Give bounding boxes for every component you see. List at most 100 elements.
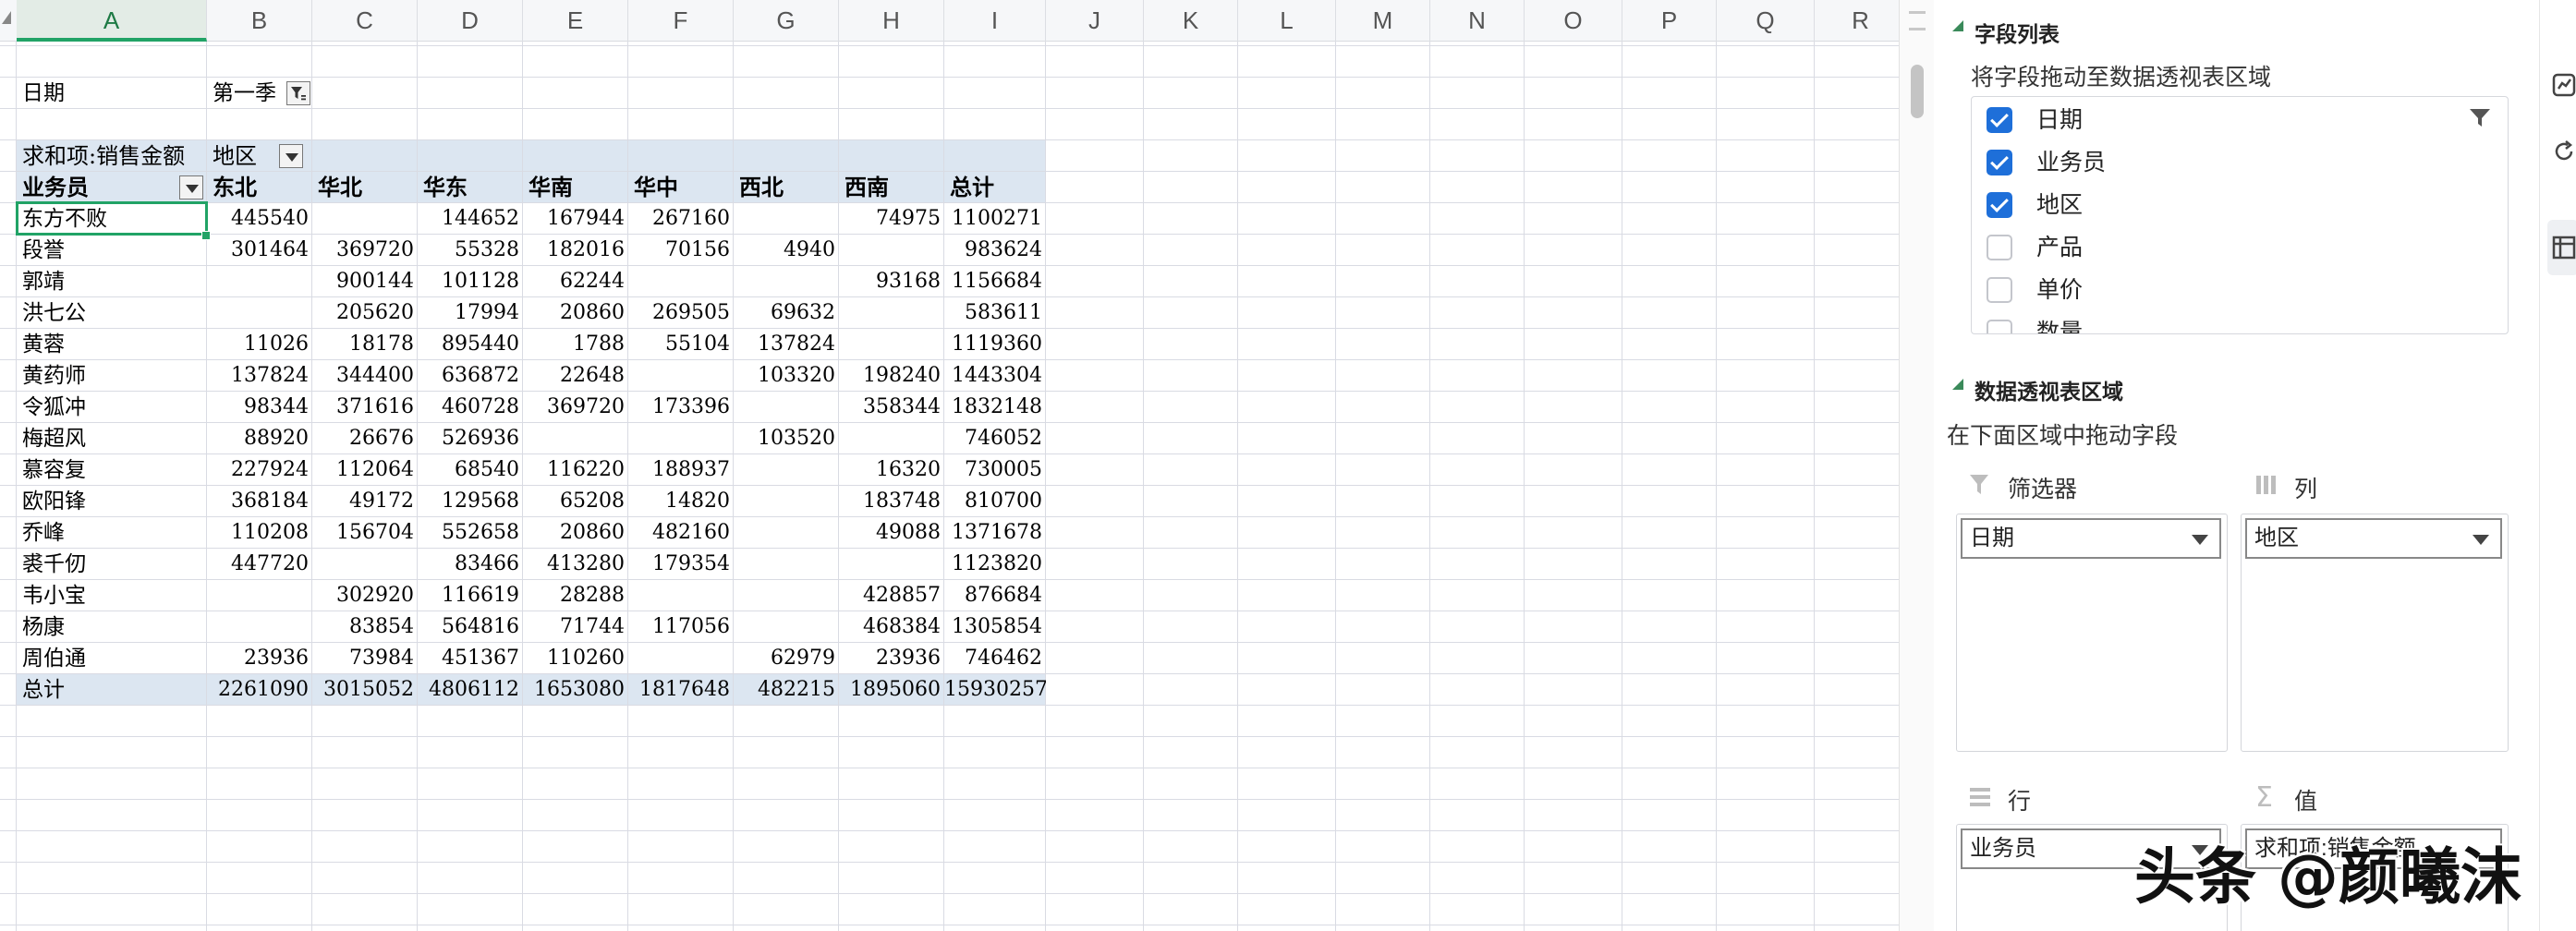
pivot-value-cell[interactable]: 69632 — [734, 297, 839, 329]
pivot-value-cell[interactable] — [839, 423, 944, 454]
column-header-h[interactable]: H — [839, 0, 944, 42]
pivot-value-cell[interactable] — [523, 423, 628, 454]
refresh-icon[interactable] — [2551, 139, 2576, 164]
pivot-total-cell[interactable]: 15930257 — [944, 674, 1046, 706]
pivot-value-cell[interactable]: 20860 — [523, 297, 628, 329]
column-header-c[interactable]: C — [312, 0, 418, 42]
pivot-value-cell[interactable]: 73984 — [312, 643, 418, 674]
column-header-m[interactable]: M — [1336, 0, 1430, 42]
pivot-value-cell[interactable]: 900144 — [312, 266, 418, 297]
pivot-value-cell[interactable] — [734, 203, 839, 235]
pivot-row-label[interactable]: 段誉 — [17, 235, 207, 266]
column-header-d[interactable]: D — [418, 0, 523, 42]
field-list[interactable]: 日期 业务员 地区 产品 单价 数量 — [1971, 96, 2509, 334]
column-header-o[interactable]: O — [1525, 0, 1622, 42]
row-field-dropdown[interactable] — [179, 175, 203, 200]
filter-field-value[interactable]: 第一季 — [207, 78, 281, 109]
chevron-down-icon[interactable] — [2473, 535, 2489, 545]
pivot-value-cell[interactable]: 28288 — [523, 580, 628, 611]
pivot-value-cell[interactable]: 983624 — [944, 235, 1046, 266]
pivot-value-cell[interactable]: 445540 — [207, 203, 312, 235]
pivot-value-cell[interactable]: 129568 — [418, 486, 523, 517]
pivot-value-cell[interactable]: 173396 — [628, 392, 734, 423]
pivot-value-cell[interactable] — [734, 580, 839, 611]
pivot-value-cell[interactable]: 117056 — [628, 611, 734, 643]
pivot-value-cell[interactable]: 17994 — [418, 297, 523, 329]
pivot-value-cell[interactable]: 1119360 — [944, 329, 1046, 360]
pivot-value-cell[interactable]: 1123820 — [944, 549, 1046, 580]
pivot-value-cell[interactable]: 368184 — [207, 486, 312, 517]
column-header-r[interactable]: R — [1815, 0, 1899, 42]
spreadsheet[interactable]: ABCDEFGHIJKLMNOPQR 日期 第一季 求和项:销售金额 地区 业务员 东北 华… — [0, 0, 1899, 931]
pivot-value-cell[interactable]: 20860 — [523, 517, 628, 549]
field-checkbox[interactable] — [1987, 320, 2012, 333]
pivot-row-label[interactable]: 裘千仞 — [17, 549, 207, 580]
pivot-row-label[interactable]: 郭靖 — [17, 266, 207, 297]
pivot-value-cell[interactable]: 23936 — [839, 643, 944, 674]
pivot-value-cell[interactable]: 83466 — [418, 549, 523, 580]
pivot-value-cell[interactable] — [839, 297, 944, 329]
pivot-value-cell[interactable]: 4940 — [734, 235, 839, 266]
select-all-corner[interactable] — [2, 11, 11, 24]
pivot-value-cell[interactable] — [839, 549, 944, 580]
pivot-value-cell[interactable]: 552658 — [418, 517, 523, 549]
pivot-value-cell[interactable]: 23936 — [207, 643, 312, 674]
column-header-g[interactable]: G — [734, 0, 839, 42]
pivot-value-cell[interactable]: 369720 — [312, 235, 418, 266]
scroll-split-handle[interactable] — [1909, 28, 1926, 30]
pivot-value-cell[interactable]: 205620 — [312, 297, 418, 329]
pivot-value-cell[interactable]: 112064 — [312, 454, 418, 486]
pivot-total-cell[interactable]: 1895060 — [839, 674, 944, 706]
pivot-total-cell[interactable]: 1817648 — [628, 674, 734, 706]
pivot-value-cell[interactable]: 1443304 — [944, 360, 1046, 392]
field-checkbox[interactable] — [1987, 107, 2012, 133]
pivot-value-cell[interactable]: 369720 — [523, 392, 628, 423]
pivot-value-cell[interactable]: 371616 — [312, 392, 418, 423]
pivot-value-cell[interactable] — [734, 454, 839, 486]
pivot-value-cell[interactable]: 1156684 — [944, 266, 1046, 297]
pivot-total-cell[interactable]: 2261090 — [207, 674, 312, 706]
field-checkbox[interactable] — [1987, 277, 2012, 303]
pivot-value-cell[interactable]: 167944 — [523, 203, 628, 235]
fill-handle[interactable] — [201, 231, 211, 240]
column-header-f[interactable]: F — [628, 0, 734, 42]
pivot-value-cell[interactable]: 62244 — [523, 266, 628, 297]
pivot-value-cell[interactable]: 22648 — [523, 360, 628, 392]
pivot-value-cell[interactable]: 227924 — [207, 454, 312, 486]
pivot-value-cell[interactable]: 358344 — [839, 392, 944, 423]
pivot-value-cell[interactable] — [734, 266, 839, 297]
chevron-down-icon[interactable] — [2192, 535, 2208, 545]
pivot-value-cell[interactable]: 810700 — [944, 486, 1046, 517]
pivot-value-cell[interactable]: 14820 — [628, 486, 734, 517]
pivot-value-cell[interactable] — [839, 235, 944, 266]
field-checkbox[interactable] — [1987, 235, 2012, 260]
pivot-value-cell[interactable]: 137824 — [207, 360, 312, 392]
column-header-i[interactable]: I — [944, 0, 1046, 42]
pivot-value-cell[interactable]: 636872 — [418, 360, 523, 392]
column-header-b[interactable]: B — [207, 0, 312, 42]
scroll-split-handle[interactable] — [1909, 11, 1926, 14]
pivot-value-cell[interactable]: 413280 — [523, 549, 628, 580]
field-item[interactable]: 日期 — [1972, 99, 2508, 141]
column-header-e[interactable]: E — [523, 0, 628, 42]
chart-icon[interactable] — [2551, 72, 2576, 98]
field-item[interactable]: 业务员 — [1972, 141, 2508, 184]
pivot-value-cell[interactable]: 1832148 — [944, 392, 1046, 423]
pivot-value-cell[interactable] — [207, 611, 312, 643]
field-item[interactable]: 产品 — [1972, 226, 2508, 269]
pivot-value-cell[interactable] — [628, 643, 734, 674]
pivot-value-cell[interactable]: 179354 — [628, 549, 734, 580]
pivot-value-cell[interactable] — [734, 549, 839, 580]
pivot-value-cell[interactable]: 468384 — [839, 611, 944, 643]
field-checkbox[interactable] — [1987, 192, 2012, 218]
column-header-a[interactable]: A — [17, 0, 207, 42]
pivot-value-cell[interactable] — [312, 549, 418, 580]
pivot-value-cell[interactable]: 183748 — [839, 486, 944, 517]
pivot-value-cell[interactable]: 428857 — [839, 580, 944, 611]
pivot-value-cell[interactable]: 49088 — [839, 517, 944, 549]
filter-dropdown-button[interactable] — [286, 81, 310, 105]
column-header-j[interactable]: J — [1046, 0, 1144, 42]
pivot-value-cell[interactable]: 65208 — [523, 486, 628, 517]
pivot-value-cell[interactable]: 137824 — [734, 329, 839, 360]
columns-zone-chip[interactable]: 地区 — [2245, 518, 2502, 559]
